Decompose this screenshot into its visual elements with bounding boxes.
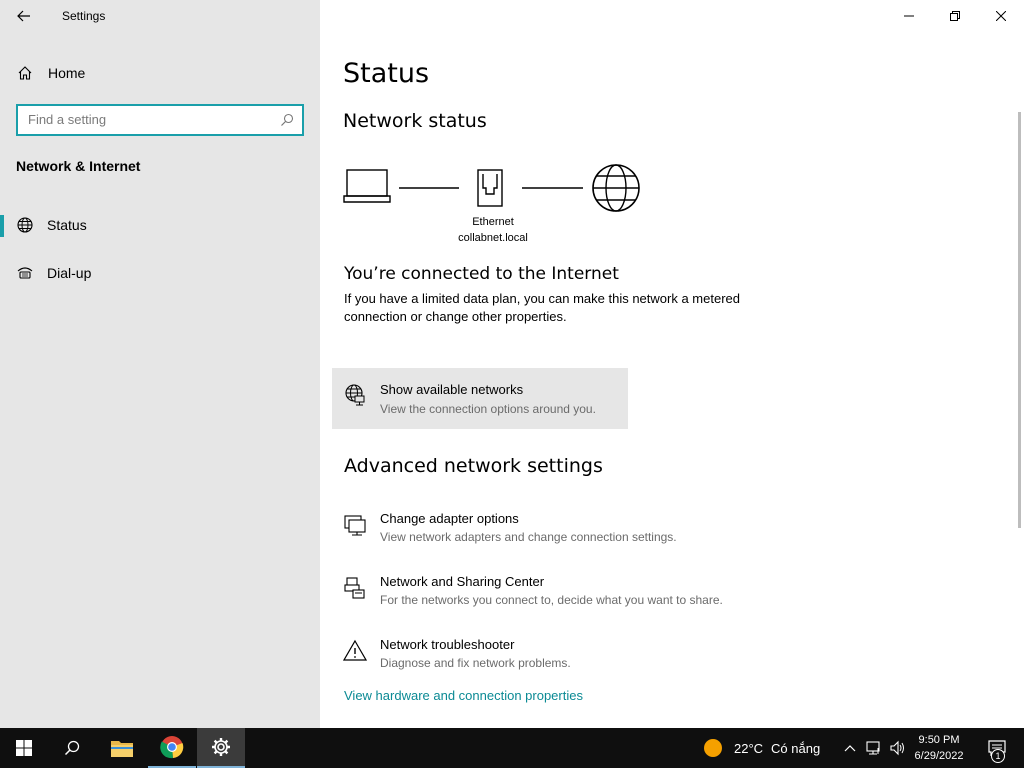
sidebar-item-status[interactable]: Status (0, 205, 320, 245)
network-globe-icon (342, 382, 368, 408)
back-arrow-icon (17, 10, 30, 22)
sidebar-item-label: Dial-up (47, 265, 92, 281)
network-tray-button[interactable] (862, 728, 886, 768)
network-name: collabnet.local (458, 232, 528, 244)
notification-count-badge: 1 (991, 749, 1005, 763)
home-icon (16, 64, 34, 82)
taskbar-search-button[interactable] (48, 728, 96, 768)
minimize-icon (904, 15, 914, 17)
item-title: Network troubleshooter (380, 637, 515, 652)
weather-desc: Có nắng (771, 740, 821, 756)
sharing-center-icon (342, 575, 368, 601)
item-desc: View network adapters and change connect… (380, 530, 677, 544)
item-title: Network and Sharing Center (380, 574, 545, 589)
scrollbar[interactable] (1018, 112, 1021, 528)
connection-status-title: You’re connected to the Internet (344, 264, 619, 284)
gear-icon (212, 738, 230, 756)
chevron-up-icon (844, 745, 856, 752)
network-status-heading: Network status (343, 110, 487, 132)
clock[interactable]: 9:50 PM 6/29/2022 (904, 732, 974, 764)
ethernet-icon (477, 169, 503, 207)
system-tray (838, 728, 910, 768)
folder-icon (111, 741, 133, 757)
selection-indicator (0, 215, 4, 237)
search-box[interactable] (16, 104, 304, 136)
sidebar-item-home[interactable]: Home (0, 53, 320, 93)
internet-globe-icon (592, 164, 640, 212)
clock-time: 9:50 PM (918, 734, 960, 746)
app-title: Settings (62, 9, 106, 23)
clock-date: 6/29/2022 (914, 750, 964, 762)
network-icon (866, 741, 880, 755)
show-available-networks-button[interactable]: Show available networks View the connect… (332, 368, 628, 429)
chrome-icon (160, 736, 184, 759)
show-hidden-icons-button[interactable] (838, 728, 862, 768)
network-troubleshooter-item[interactable]: Network troubleshooter Diagnose and fix … (340, 634, 760, 678)
search-icon (64, 740, 80, 756)
item-desc: Diagnose and fix network problems. (380, 656, 571, 670)
search-input[interactable] (28, 112, 268, 127)
weather-widget[interactable]: 22°C Có nắng (704, 728, 820, 768)
page-title: Status (343, 58, 430, 89)
window-controls (886, 0, 1024, 32)
adapter-name: Ethernet (472, 216, 514, 228)
back-button[interactable] (8, 4, 40, 28)
item-title: Change adapter options (380, 511, 519, 526)
laptop-icon (343, 169, 391, 203)
section-title: Network & Internet (16, 158, 141, 174)
main-content: Status Network status Ethernet collabnet… (320, 0, 1024, 728)
restore-icon (950, 11, 960, 21)
dialup-icon (16, 264, 34, 282)
sidebar: Settings Home Network & Internet Status … (0, 0, 320, 728)
advanced-network-settings-heading: Advanced network settings (344, 455, 603, 477)
globe-icon (16, 216, 34, 234)
adapter-icon (342, 512, 368, 538)
close-button[interactable] (978, 0, 1024, 32)
taskbar: 22°C Có nắng 9:50 PM 6/29/2022 1 (0, 728, 1024, 768)
search-icon[interactable] (280, 113, 294, 127)
change-adapter-options-item[interactable]: Change adapter options View network adap… (340, 508, 760, 552)
connection-status-desc: If you have a limited data plan, you can… (344, 291, 740, 324)
taskbar-settings[interactable] (197, 728, 245, 768)
taskbar-file-explorer[interactable] (98, 728, 146, 768)
taskbar-chrome[interactable] (148, 728, 196, 768)
weather-temp: 22°C (734, 740, 764, 756)
sidebar-item-dial-up[interactable]: Dial-up (0, 253, 320, 293)
warning-icon (342, 638, 368, 664)
minimize-button[interactable] (886, 0, 932, 32)
restore-button[interactable] (932, 0, 978, 32)
close-icon (996, 11, 1006, 21)
start-button[interactable] (0, 728, 48, 768)
view-hardware-properties-link[interactable]: View hardware and connection properties (344, 688, 583, 703)
title-bar: Settings (0, 0, 320, 32)
windows-logo-icon (16, 740, 32, 756)
item-desc: For the networks you connect to, decide … (380, 593, 723, 607)
show-networks-desc: View the connection options around you. (380, 402, 596, 416)
show-networks-title: Show available networks (380, 382, 524, 397)
network-sharing-center-item[interactable]: Network and Sharing Center For the netwo… (340, 571, 800, 615)
sidebar-item-label: Status (47, 217, 87, 233)
sun-icon (704, 739, 722, 757)
adapter-label: Ethernet collabnet.local (453, 214, 533, 246)
sidebar-item-label: Home (48, 65, 86, 81)
